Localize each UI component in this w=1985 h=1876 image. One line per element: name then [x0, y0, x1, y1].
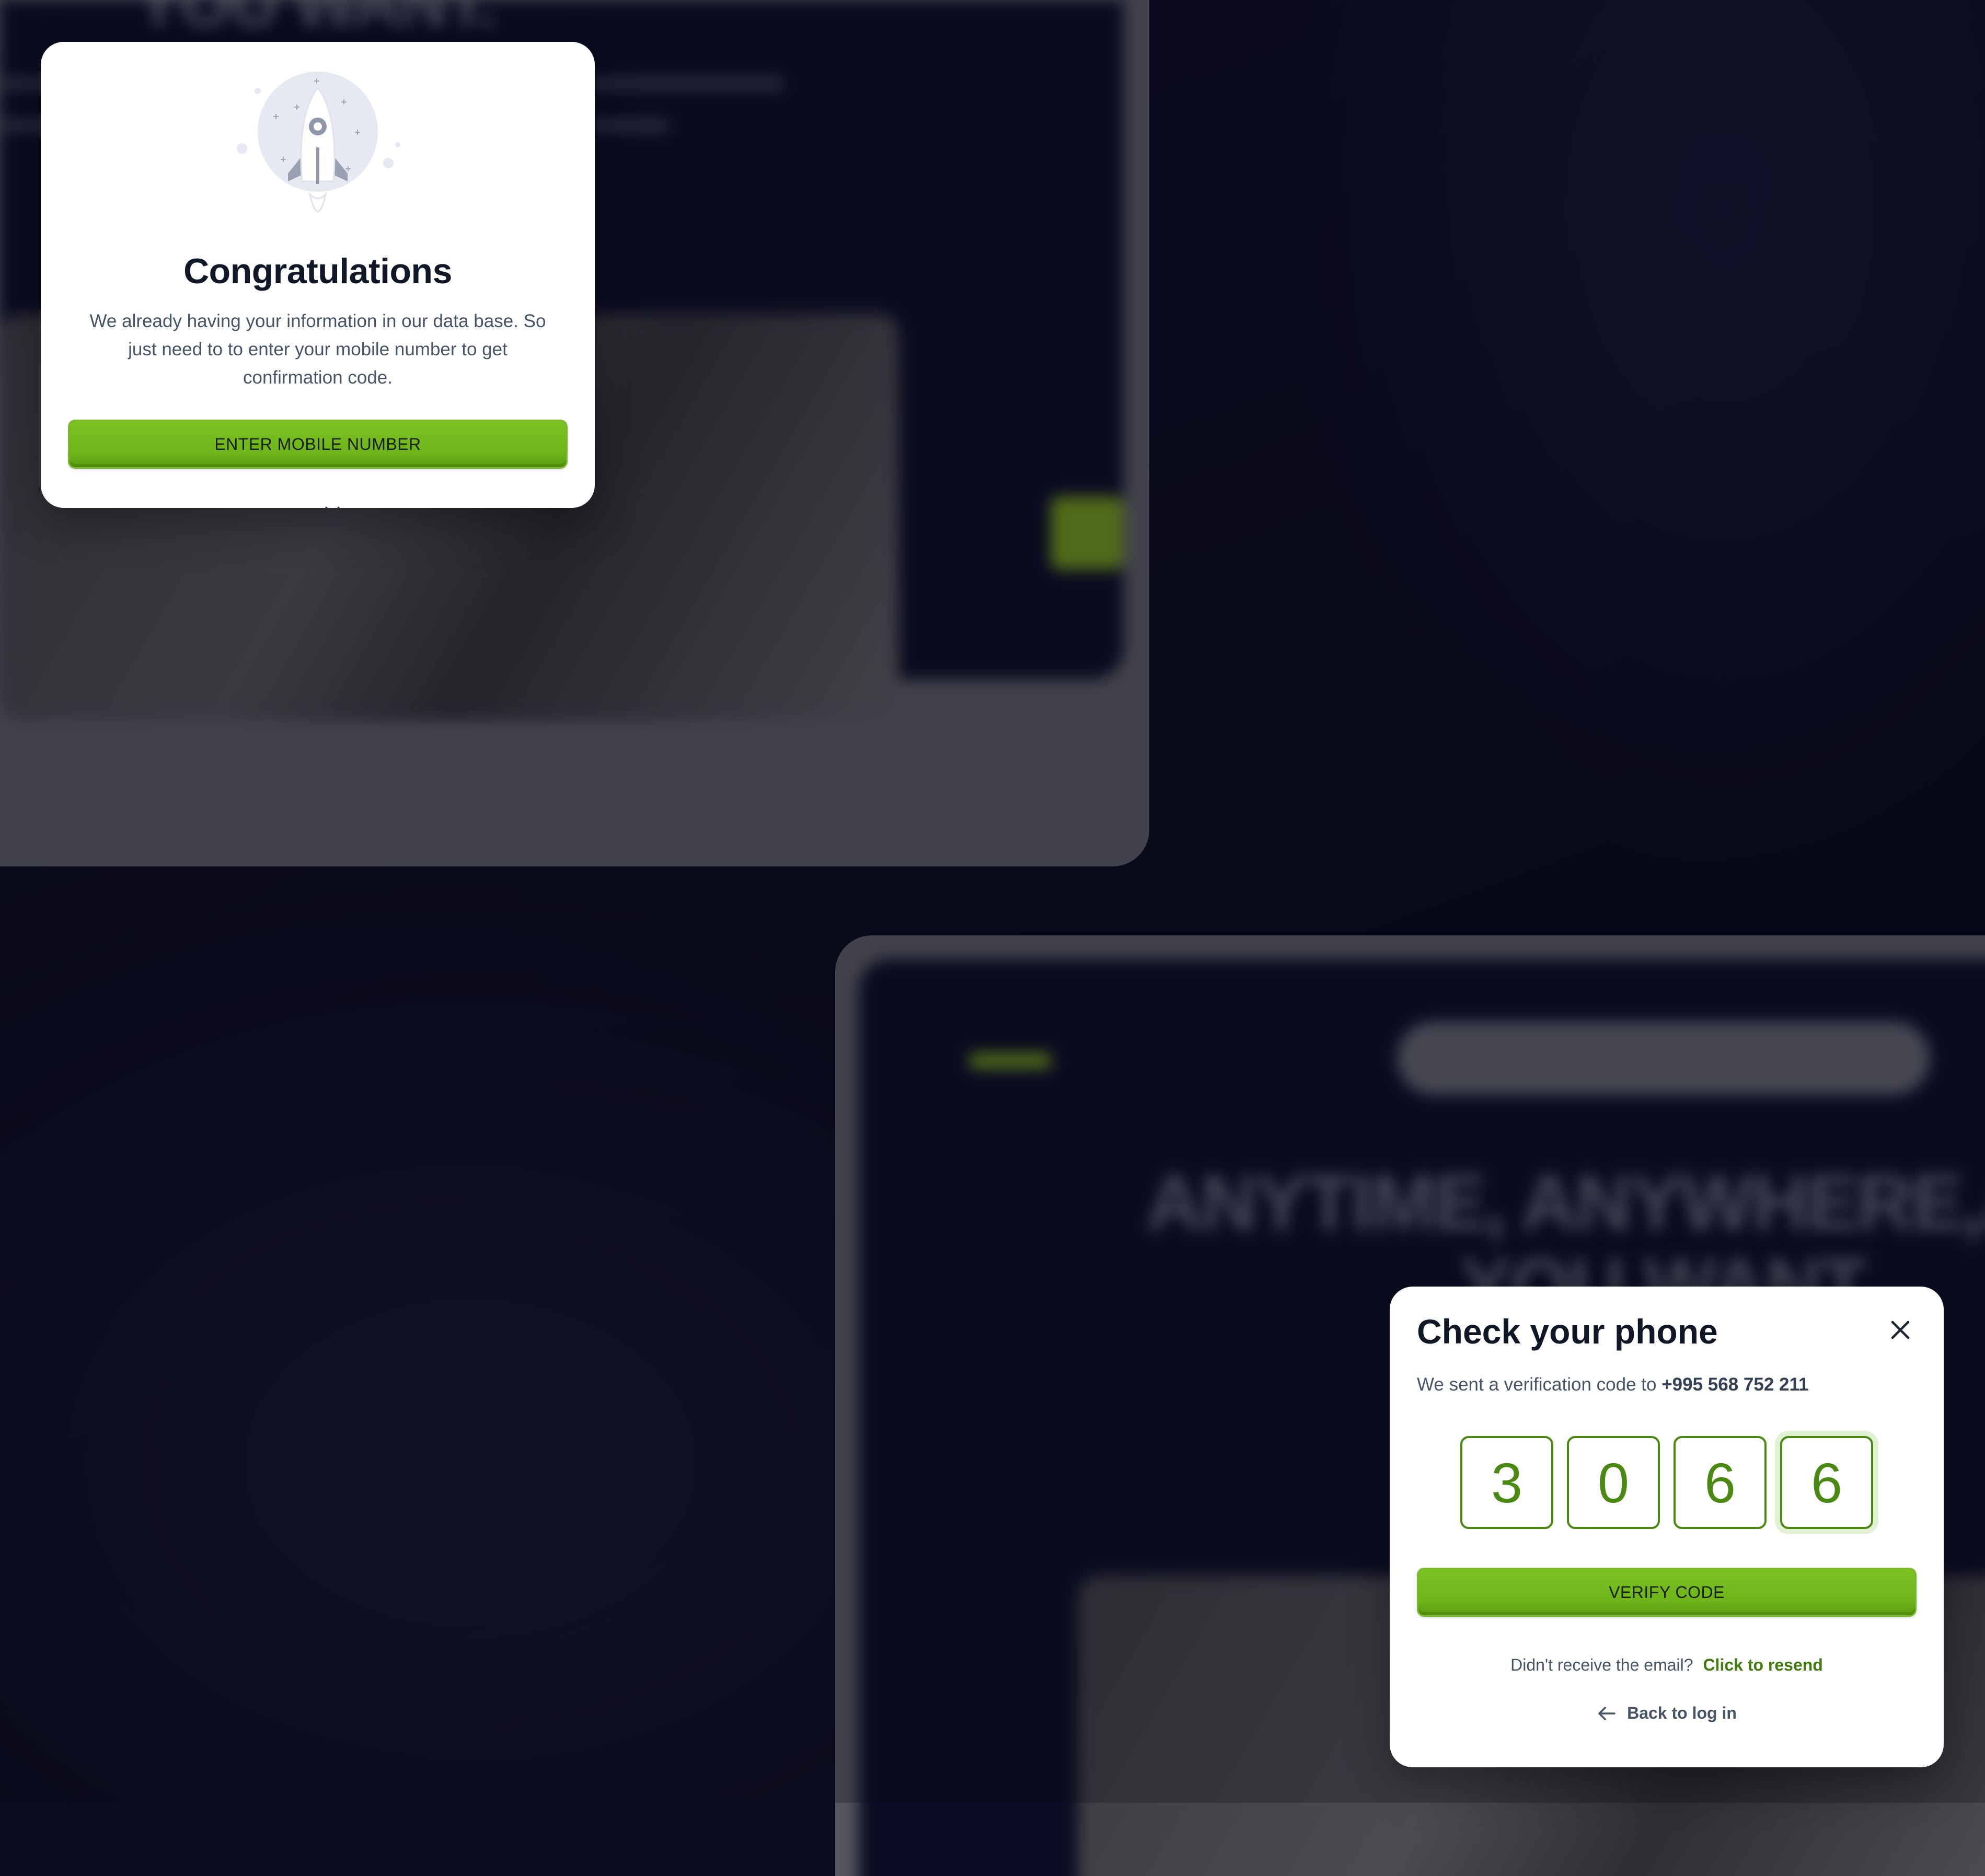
congratulations-message: We already having your information in ou… [89, 311, 546, 388]
otp-digit-input[interactable]: 6 [1780, 1436, 1873, 1529]
rocket-icon [237, 72, 400, 212]
congratulations-title: Congratulations [183, 251, 452, 291]
background-accent-button [1051, 496, 1124, 570]
background-headline: YOU WANT. [136, 0, 497, 41]
arrow-left-icon [1598, 1706, 1615, 1720]
close-icon[interactable] [1889, 1319, 1911, 1341]
background-nav [1397, 1022, 1930, 1095]
verify-code-button[interactable]: VERIFY CODE [1417, 1568, 1917, 1617]
phone-number: +995 568 752 211 [1661, 1374, 1809, 1395]
otp-digit-input[interactable]: 3 [1460, 1436, 1553, 1529]
verify-phone-modal: Check your phone We sent a verification … [1390, 1287, 1944, 1767]
verify-subtitle-text: We sent a verification code to [1417, 1374, 1657, 1395]
resend-prompt: Didn't receive the email? [1510, 1655, 1693, 1674]
background-logo [968, 1053, 1052, 1069]
background-headline: ANYTIME, ANYWHERE,AN [1146, 1159, 1985, 1246]
congratulations-modal: Congratulations We already having your i… [41, 42, 595, 521]
otp-input-group: 3 0 6 6 [1460, 1436, 1873, 1529]
verify-subtitle: We sent a verification code to +995 568 … [1417, 1374, 1809, 1395]
otp-digit-input[interactable]: 6 [1674, 1436, 1767, 1529]
resend-row: Didn't receive the email? Click to resen… [1390, 1655, 1944, 1675]
close-icon[interactable] [323, 504, 342, 523]
enter-mobile-number-button[interactable]: ENTER MOBILE NUMBER [68, 420, 568, 469]
back-to-login-label: Back to log in [1627, 1704, 1737, 1722]
resend-link[interactable]: Click to resend [1703, 1655, 1822, 1674]
verify-title: Check your phone [1417, 1312, 1718, 1351]
back-to-login-link[interactable]: Back to log in [1390, 1704, 1944, 1723]
otp-digit-input[interactable]: 0 [1567, 1436, 1660, 1529]
